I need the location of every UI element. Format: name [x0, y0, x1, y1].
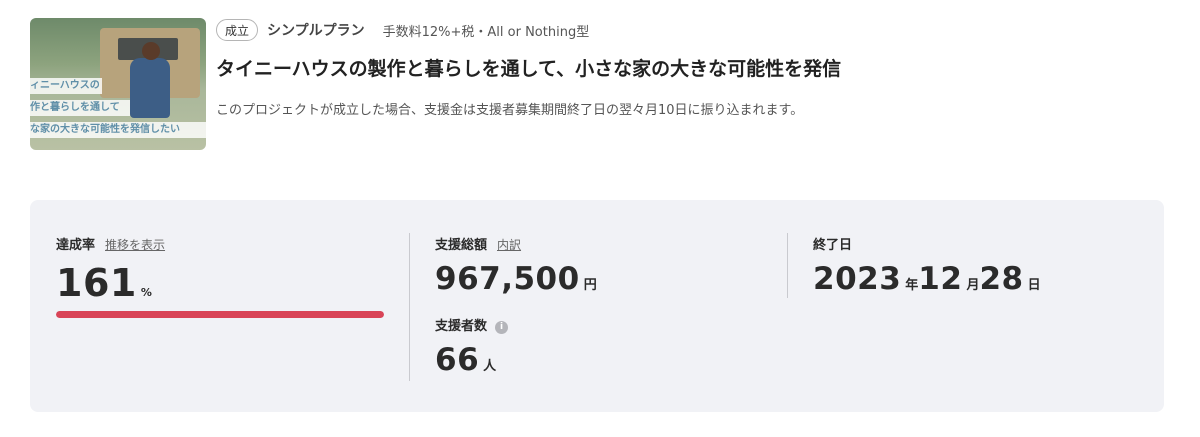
divider-2	[787, 233, 788, 298]
total-label: 支援総額	[435, 238, 488, 253]
thumbnail-person	[130, 42, 170, 118]
plan-name: シンプルプラン	[267, 23, 365, 39]
end-date-block: 終了日 2023 年12 月28 日	[813, 234, 1041, 297]
fee-text: 手数料12%+税・All or Nothing型	[382, 24, 590, 40]
total-value: 967,500	[435, 261, 580, 297]
total-block: 支援総額 内訳 967,500 円	[435, 234, 597, 297]
end-year-unit: 年	[905, 278, 919, 293]
end-date-label: 終了日	[813, 238, 853, 253]
divider-1	[409, 233, 410, 381]
trend-link[interactable]: 推移を表示	[105, 238, 165, 252]
achievement-value: 161	[56, 261, 137, 305]
backers-block: 支援者数 i 66 人	[435, 315, 509, 378]
thumbnail-caption-3: な家の大きな可能性を発信したい	[30, 122, 206, 138]
achievement-progress-fill	[56, 311, 384, 318]
project-title[interactable]: タイニーハウスの製作と暮らしを通して、小さな家の大きな可能性を発信	[216, 54, 841, 81]
stats-panel: 達成率 推移を表示 161% 支援総額 内訳 967,500 円 支援者数 i 66 人 …	[30, 200, 1164, 412]
end-year: 2023	[813, 261, 902, 297]
achievement-unit: %	[140, 286, 152, 299]
end-day-unit: 日	[1027, 278, 1041, 293]
thumbnail-caption-1: ィニーハウスの	[30, 78, 102, 94]
end-month-unit: 月	[966, 278, 980, 293]
achievement-label: 達成率	[56, 238, 96, 253]
achievement-block: 達成率 推移を表示 161%	[56, 234, 165, 305]
backers-unit: 人	[483, 359, 497, 374]
backers-label: 支援者数	[435, 319, 488, 334]
status-badge: 成立	[216, 19, 259, 41]
achievement-progress-bar	[56, 311, 384, 318]
project-thumbnail[interactable]: ィニーハウスの 作と暮らしを通して な家の大きな可能性を発信したい	[30, 18, 206, 150]
end-day: 28	[979, 261, 1024, 297]
backers-value: 66	[435, 342, 480, 378]
info-icon[interactable]: i	[495, 321, 509, 334]
total-unit: 円	[583, 278, 597, 293]
project-meta: 成立 シンプルプラン 手数料12%+税・All or Nothing型	[216, 18, 589, 42]
payout-note: このプロジェクトが成立した場合、支援金は支援者募集期間終了日の翌々月10日に振り…	[216, 103, 804, 118]
thumbnail-caption-2: 作と暮らしを通して	[30, 100, 130, 116]
breakdown-link[interactable]: 内訳	[497, 238, 521, 252]
end-month: 12	[918, 261, 963, 297]
